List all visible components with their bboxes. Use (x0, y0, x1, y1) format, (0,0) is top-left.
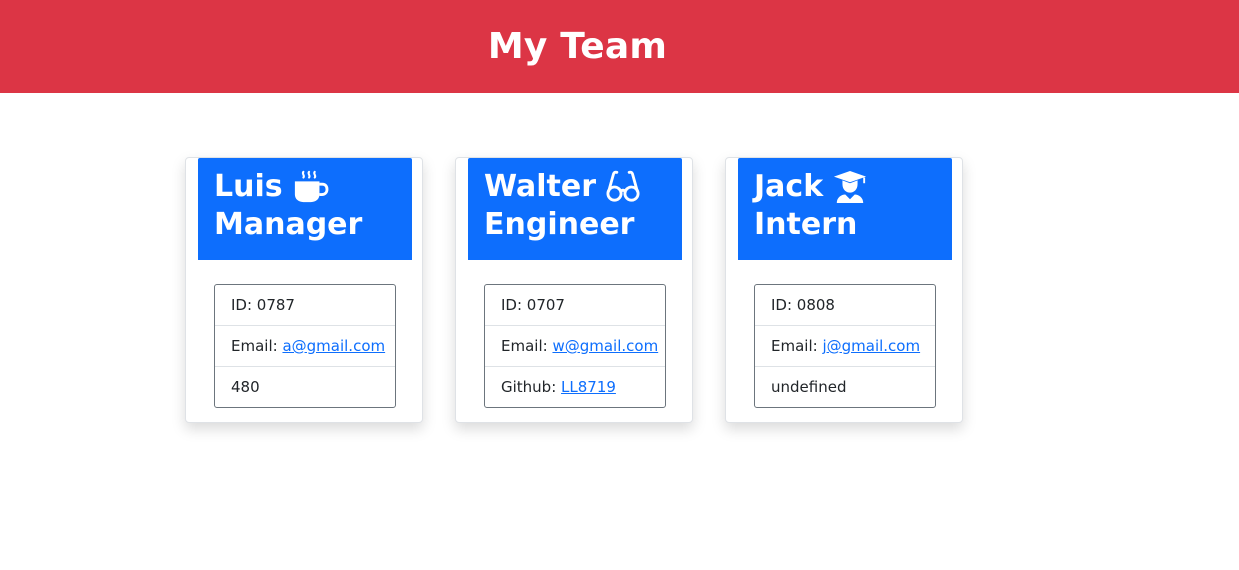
id-row: ID: 0808 (771, 296, 835, 314)
employee-name: Luis (214, 169, 283, 204)
email-link[interactable]: w@gmail.com (552, 337, 658, 355)
card-header: Walter Engineer (468, 158, 682, 260)
email-row: Email: j@gmail.com (755, 325, 935, 366)
email-row: Email: w@gmail.com (485, 325, 665, 366)
info-list: ID: 0707 Email: w@gmail.com Github: LL87… (484, 284, 666, 408)
card-header: Jack Intern (738, 158, 952, 260)
info-list: ID: 0808 Email: j@gmail.com undefined (754, 284, 936, 408)
employee-card-intern: Jack Intern ID: 0808 Email: j@gmail.com … (725, 157, 963, 423)
employee-id: 0787 (256, 296, 295, 314)
employee-role: Intern (754, 207, 858, 242)
office-number-row: 480 (215, 366, 395, 407)
employee-role: Manager (214, 207, 363, 242)
employee-card-manager: Luis Manager ID: 0787 Email: a@gmail.com… (185, 157, 423, 423)
id-row: ID: 0707 (501, 296, 565, 314)
team-cards: Luis Manager ID: 0787 Email: a@gmail.com… (185, 157, 963, 423)
employee-name: Walter (484, 169, 597, 204)
info-list: ID: 0787 Email: a@gmail.com 480 (214, 284, 396, 408)
employee-card-engineer: Walter Engineer ID: 0707 Email: w@gmail.… (455, 157, 693, 423)
graduate-icon (831, 170, 869, 204)
office-number: 480 (231, 378, 260, 396)
email-link[interactable]: j@gmail.com (822, 337, 920, 355)
employee-id: 0707 (526, 296, 565, 314)
email-link[interactable]: a@gmail.com (282, 337, 385, 355)
github-link[interactable]: LL8719 (561, 378, 616, 396)
page-header: My Team (0, 0, 1239, 93)
coffee-icon (291, 170, 329, 204)
id-row: ID: 0787 (231, 296, 295, 314)
employee-name: Jack (754, 169, 824, 204)
github-row: Github: LL8719 (485, 366, 665, 407)
school-value: undefined (771, 378, 847, 396)
email-row: Email: a@gmail.com (215, 325, 395, 366)
employee-role: Engineer (484, 207, 635, 242)
page-title: My Team (487, 26, 668, 67)
employee-id: 0808 (796, 296, 835, 314)
glasses-icon (604, 170, 642, 204)
school-row: undefined (755, 366, 935, 407)
card-header: Luis Manager (198, 158, 412, 260)
